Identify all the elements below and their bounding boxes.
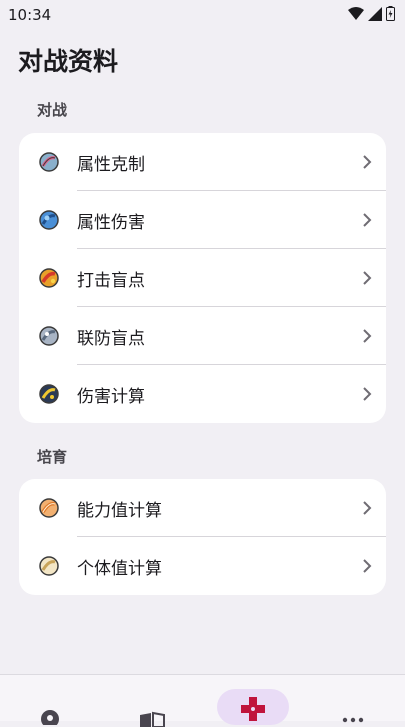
thunder-ball-icon [39, 384, 59, 404]
list-item-label: 联防盲点 [77, 328, 145, 349]
list-item-stat-calc[interactable]: 能力值计算 [19, 479, 386, 537]
chevron-right-icon [363, 155, 372, 169]
nav-item-home[interactable] [20, 675, 80, 725]
cream-ball-icon [39, 556, 59, 576]
nav-item-guide[interactable] [120, 675, 180, 727]
chevron-right-icon [363, 501, 372, 515]
status-bar: 10:34 [0, 0, 405, 30]
list-item-attack-blindspot[interactable]: 打击盲点 [19, 249, 386, 307]
list-item-label: 能力值计算 [77, 500, 162, 521]
signal-icon [368, 6, 382, 21]
chevron-right-icon [363, 213, 372, 227]
water-ball-icon [39, 210, 59, 230]
nav-item-more[interactable] [325, 675, 385, 723]
chevron-right-icon [363, 329, 372, 343]
list-item-label: 伤害计算 [77, 386, 145, 407]
training-card: 能力值计算 个体值计算 [19, 479, 386, 595]
location-pin-icon [41, 710, 59, 725]
list-item-label: 属性克制 [77, 154, 145, 175]
battle-card: 属性克制 属性伤害 打击盲点 联防盲点 伤害计算 [19, 133, 386, 423]
status-time: 10:34 [8, 6, 52, 24]
chevron-right-icon [363, 387, 372, 401]
fire-ball-icon [39, 268, 59, 288]
list-item-label: 个体值计算 [77, 558, 162, 579]
bottom-navigation [0, 674, 405, 727]
steel-ball-icon [39, 326, 59, 346]
list-item-type-damage[interactable]: 属性伤害 [19, 191, 386, 249]
book-icon [140, 711, 165, 727]
list-item-iv-calc[interactable]: 个体值计算 [19, 537, 386, 595]
chevron-right-icon [363, 271, 372, 285]
status-icons [348, 6, 395, 21]
wifi-icon [348, 6, 364, 20]
list-item-defense-blindspot[interactable]: 联防盲点 [19, 307, 386, 365]
list-item-label: 打击盲点 [77, 270, 145, 291]
section-label-training: 培育 [37, 448, 68, 466]
dpad-icon [241, 697, 265, 721]
orange-ball-icon [39, 498, 59, 518]
battery-icon [386, 6, 395, 21]
list-item-label: 属性伤害 [77, 212, 145, 233]
more-icon [342, 717, 364, 723]
page-title: 对战资料 [18, 47, 119, 76]
section-label-battle: 对战 [37, 101, 68, 119]
list-item-type-chart[interactable]: 属性克制 [19, 133, 386, 191]
list-item-damage-calc[interactable]: 伤害计算 [19, 365, 386, 423]
psychic-ball-icon [39, 152, 59, 172]
chevron-right-icon [363, 559, 372, 573]
